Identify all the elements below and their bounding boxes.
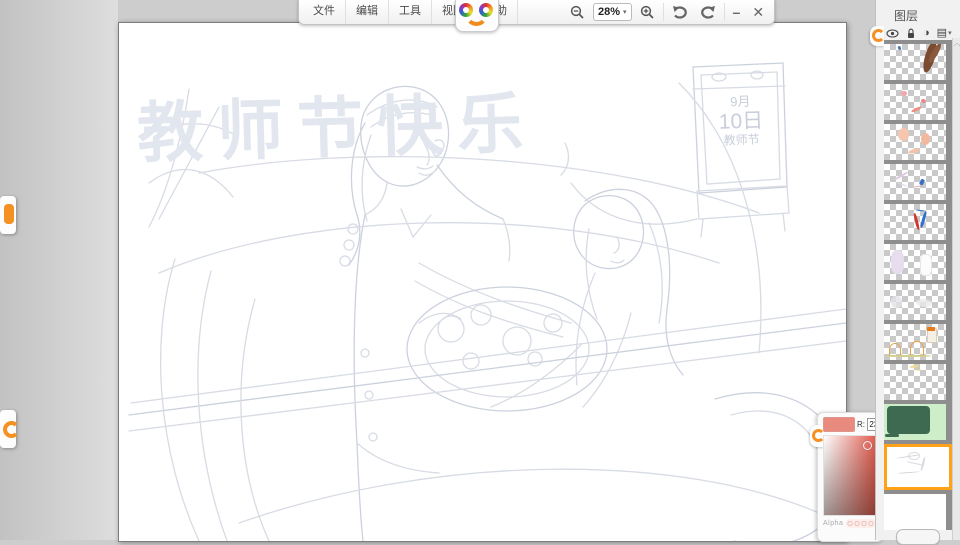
zoom-in-button[interactable] (634, 0, 661, 24)
layer-thumbnail-mark (916, 298, 933, 307)
saturation-value-picker[interactable] (823, 435, 878, 516)
layer-row-10[interactable] (884, 404, 952, 440)
layer-row-3[interactable] (884, 124, 952, 160)
layer-thumbnail-mark (921, 133, 930, 145)
layer-row-12[interactable] (884, 494, 952, 530)
layer-thumbnail-mark (897, 182, 909, 188)
menu-item-1[interactable]: 编辑 (346, 0, 389, 24)
orange-ring-icon (3, 421, 20, 438)
layer-thumbnail-mark (920, 211, 928, 228)
sketch-calendar-text: 9月 10日 教师节 (703, 94, 779, 149)
workspace-left-gutter (0, 0, 118, 540)
layer-thumbnail-mark (920, 254, 932, 275)
visibility-eye-icon[interactable] (886, 29, 899, 38)
layer-row-9[interactable] (884, 364, 952, 400)
layer-thumbnail-mark (920, 457, 925, 471)
layer-row-5[interactable] (884, 204, 952, 240)
magnifier-plus-icon (640, 5, 655, 20)
zoom-out-button[interactable] (564, 0, 591, 24)
layers-bottom-button[interactable] (896, 529, 940, 545)
toolbar-separator (724, 3, 725, 21)
layer-thumbnail-mark (887, 406, 930, 433)
layer-thumbnail-mark (907, 148, 920, 155)
current-color-swatch[interactable] (823, 417, 855, 432)
layer-thumbnail-mark (885, 434, 899, 437)
zoom-level-value: 28% (598, 6, 620, 18)
sketch-calligraphy-text: 教师节快乐 (136, 70, 538, 176)
blend-mode-list-icon[interactable]: ▤▾ (937, 28, 952, 39)
close-button[interactable]: ✕ (746, 0, 770, 24)
redo-button[interactable] (694, 0, 722, 24)
layer-thumbnail-mark (913, 212, 920, 229)
color-picker-marker[interactable] (863, 441, 872, 450)
layer-row-8[interactable] (884, 324, 952, 360)
layer-thumbnail-mark (915, 368, 921, 371)
layer-row-4[interactable] (884, 164, 952, 200)
layer-thumbnail-mark (921, 99, 927, 104)
alpha-slider[interactable] (846, 519, 876, 528)
alpha-row: Alpha (823, 519, 876, 528)
alpha-label: Alpha (823, 520, 843, 527)
red-channel-label: R: (857, 420, 865, 429)
layer-thumbnail-mark (891, 295, 904, 308)
undo-arrow-icon (672, 5, 688, 19)
layer-thumbnail-mark (912, 186, 921, 189)
mascot-smile-icon (465, 13, 488, 26)
layers-panel-collapse-handle[interactable] (870, 26, 884, 46)
mascot-spacer (518, 0, 564, 24)
layer-thumbnail-mark (889, 343, 901, 357)
layers-panel: 图层 ◑ ▤▾ ◠ (875, 0, 960, 540)
layer-thumbnail-mark (891, 250, 903, 274)
calendar-label: 教师节 (704, 133, 778, 149)
menu-item-2[interactable]: 工具 (389, 0, 432, 24)
menu-item-0[interactable]: 文件 (303, 0, 346, 24)
layers-panel-title: 图层 (876, 0, 960, 24)
color-picker-panel: R: 230 Alpha (817, 412, 883, 542)
layer-thumbnail-mark (897, 46, 901, 51)
toolbar-separator (663, 3, 664, 21)
collapsed-panel-tab-2[interactable] (0, 410, 16, 448)
zoom-level-select[interactable]: 28% ▾ (593, 3, 632, 21)
contrast-icon[interactable]: ◑ (923, 28, 930, 39)
drawing-canvas[interactable]: 教师节快乐 9月 10日 教师节 (118, 22, 847, 542)
mascot-logo-button[interactable] (455, 0, 499, 32)
collapsed-panel-tab-1[interactable] (0, 196, 16, 234)
layer-thumbnail-mark (908, 452, 920, 460)
layer-row-11-selected[interactable] (884, 444, 955, 490)
top-toolbar: 文件编辑工具视图帮助 28% ▾ – ✕ (298, 0, 775, 25)
layer-row-1[interactable] (884, 44, 952, 80)
layer-thumbnail-mark (910, 341, 924, 356)
orange-square-icon (4, 204, 14, 224)
scroll-notch-icon: ◠ (954, 42, 960, 50)
layer-thumbnail-mark (898, 471, 920, 474)
undo-button[interactable] (666, 0, 694, 24)
layer-thumbnail-mark (898, 128, 909, 141)
zoom-caret-icon: ▾ (623, 8, 627, 16)
lock-icon[interactable] (906, 28, 916, 39)
minimize-button[interactable]: – (727, 0, 747, 24)
layers-list (884, 40, 952, 530)
calendar-day: 10日 (704, 109, 779, 136)
layer-thumbnail-mark (916, 209, 924, 212)
layers-toolbar: ◑ ▤▾ (886, 28, 952, 39)
redo-arrow-icon (700, 5, 716, 19)
magnifier-minus-icon (570, 5, 585, 20)
layer-row-2[interactable] (884, 84, 952, 120)
layer-row-6[interactable] (884, 244, 952, 280)
layers-scrollbar[interactable]: ◠ (952, 38, 960, 540)
layer-thumbnail-mark (886, 355, 931, 357)
layer-thumbnail-mark (901, 91, 907, 96)
layer-row-7[interactable] (884, 284, 952, 320)
color-panel-collapse-handle[interactable] (810, 425, 824, 447)
layer-thumbnail-mark (927, 327, 935, 331)
layer-thumbnail-mark (893, 171, 908, 181)
layer-thumbnail-mark (911, 106, 922, 113)
